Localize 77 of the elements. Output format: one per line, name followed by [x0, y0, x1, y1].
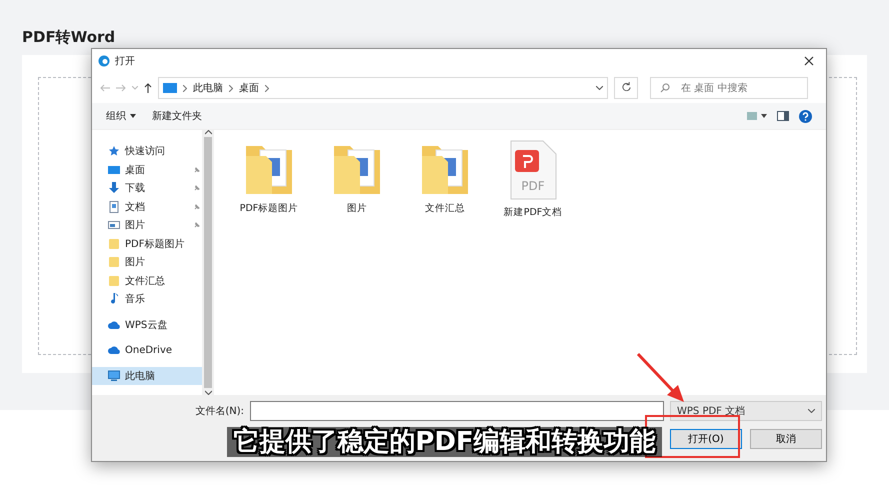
sidebar-item[interactable]: 下载	[106, 179, 202, 198]
video-subtitle: 它提供了稳定的PDF编辑和转换功能	[227, 427, 662, 457]
computer-icon	[163, 83, 177, 93]
browser-icon	[98, 55, 110, 67]
sidebar-item[interactable]: 文件汇总	[106, 272, 202, 290]
cloud-icon	[108, 344, 120, 356]
file-name: 文件汇总	[425, 202, 465, 215]
sidebar-item[interactable]: OneDrive	[106, 341, 202, 360]
chevron-icon	[229, 84, 233, 92]
sidebar-label: 图片	[125, 256, 146, 270]
address-bar[interactable]: 此电脑 桌面	[158, 77, 608, 99]
view-options-icon[interactable]	[747, 112, 767, 120]
file-item[interactable]: PDF 新建PDF文档	[500, 140, 566, 219]
breadcrumb[interactable]: 此电脑	[193, 81, 223, 95]
download-icon	[108, 182, 120, 194]
sidebar-item[interactable]: 快速访问	[106, 142, 202, 160]
refresh-icon	[622, 82, 630, 91]
sidebar-label: 桌面	[125, 164, 146, 177]
dialog-button[interactable]: 打开(O)	[670, 429, 742, 449]
sidebar-item[interactable]: 文档	[106, 198, 202, 216]
scrollbar[interactable]	[202, 130, 214, 395]
filename-field[interactable]	[250, 401, 664, 421]
sidebar-label: 下载	[125, 182, 146, 196]
file-name: 图片	[347, 202, 367, 215]
music-icon	[108, 293, 120, 306]
preview-pane-icon[interactable]	[777, 111, 789, 121]
chevron-icon	[265, 84, 269, 92]
sidebar-label: 文件汇总	[125, 274, 166, 288]
sidebar-label: 文档	[125, 200, 146, 214]
chevron-down-icon	[808, 409, 815, 413]
chevron-icon	[183, 84, 187, 92]
breadcrumb[interactable]: 桌面	[239, 81, 259, 95]
folder-icon	[108, 256, 120, 268]
sidebar-label: PDF标题图片	[125, 238, 186, 251]
filename-label: 文件名(N):	[194, 404, 244, 418]
sidebar-item[interactable]: PDF标题图片	[106, 234, 202, 253]
refresh-button[interactable]	[614, 77, 638, 99]
dialog-title: 打开	[115, 54, 136, 68]
sidebar-label: 快速访问	[125, 144, 166, 158]
help-icon[interactable]	[799, 110, 812, 122]
page-title: PDF转Word	[22, 28, 116, 47]
search-field[interactable]: 在 桌面 中搜索	[650, 77, 808, 99]
cloud-icon	[108, 318, 120, 331]
annotation-arrow	[636, 352, 684, 402]
sidebar-label: 音乐	[125, 292, 146, 306]
sidebar-item[interactable]: 桌面	[106, 160, 202, 179]
file-item[interactable]: 图片	[324, 140, 390, 215]
dialog-button[interactable]: 取消	[750, 429, 822, 449]
file-item[interactable]: 文件汇总	[412, 140, 478, 215]
sidebar-item[interactable]: WPS云盘	[106, 316, 202, 334]
desktop-icon	[108, 164, 120, 176]
caret-icon[interactable]	[130, 114, 136, 118]
sidebar-label: 图片	[125, 218, 146, 232]
star-icon	[108, 145, 120, 158]
organize-menu[interactable]: 组织	[106, 109, 126, 123]
computer-icon	[108, 370, 120, 382]
picture-icon	[108, 219, 120, 232]
folder-icon	[108, 274, 120, 287]
sidebar-label: WPS云盘	[125, 318, 168, 332]
sidebar-item[interactable]: 音乐	[106, 290, 202, 308]
file-name: 新建PDF文档	[504, 206, 562, 219]
chevron-down-icon[interactable]	[596, 86, 603, 90]
document-icon	[108, 200, 120, 213]
file-type-dropdown[interactable]: WPS PDF 文档	[670, 401, 822, 421]
sidebar-label: OneDrive	[125, 344, 174, 356]
sidebar-label: 此电脑	[125, 370, 156, 383]
sidebar-item[interactable]: 图片	[106, 253, 202, 272]
new-folder-button[interactable]: 新建文件夹	[152, 109, 202, 123]
pdf-label: PDF	[521, 179, 545, 193]
chevron-up-icon[interactable]	[204, 130, 212, 135]
chevron-down-icon[interactable]	[204, 390, 212, 395]
file-name: PDF标题图片	[240, 202, 298, 215]
sidebar-item[interactable]: 图片	[106, 216, 202, 234]
file-item[interactable]: PDF标题图片	[236, 140, 302, 215]
folder-icon	[108, 238, 120, 250]
sidebar-item[interactable]: 此电脑	[92, 366, 202, 385]
up-arrow-icon[interactable]	[144, 83, 152, 93]
